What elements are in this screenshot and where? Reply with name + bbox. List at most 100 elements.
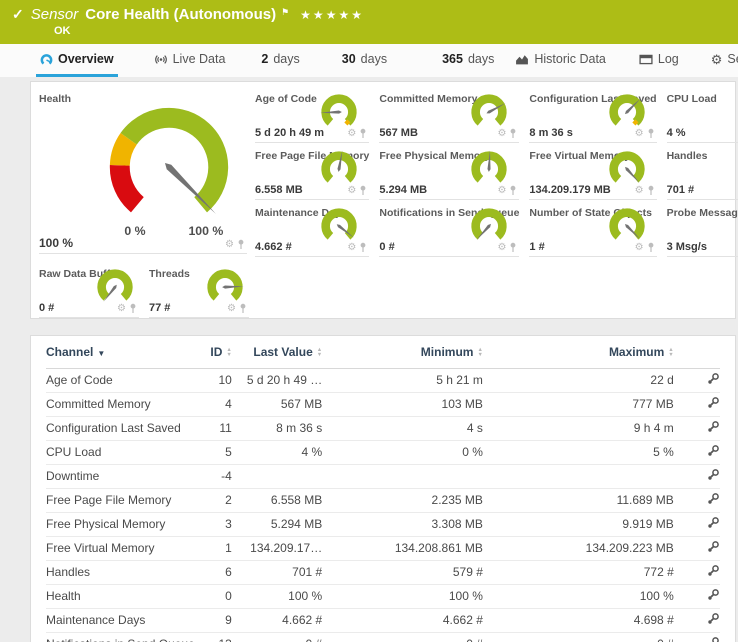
- channel-settings-icon[interactable]: [707, 638, 720, 642]
- gauge-value: 5.294 MB: [379, 184, 427, 196]
- gauge-tile-notifications-in-send-queue[interactable]: Notifications in Send Queue0 #⚙: [379, 204, 519, 257]
- row-settings-cell: [674, 536, 720, 560]
- gear-icon[interactable]: ⚙: [635, 129, 644, 139]
- pin-icon[interactable]: [239, 303, 247, 314]
- column-header-id[interactable]: ID▲▼: [197, 336, 232, 368]
- gear-icon[interactable]: ⚙: [347, 243, 356, 253]
- gauge-tile-age-of-code[interactable]: Age of Code5 d 20 h 49 m⚙: [255, 90, 369, 143]
- gauge-tile-number-of-state-objects[interactable]: Number of State Objects1 #⚙: [529, 204, 656, 257]
- priority-stars[interactable]: ★★★★★: [300, 8, 364, 22]
- last-value-cell: 4 %: [232, 440, 322, 464]
- channel-settings-icon[interactable]: [707, 446, 720, 460]
- pin-icon[interactable]: [359, 128, 367, 139]
- channel-cell: Free Physical Memory: [46, 512, 197, 536]
- tab-label: days: [273, 52, 299, 66]
- tab-label: Settings: [727, 52, 738, 66]
- gear-icon[interactable]: ⚙: [497, 129, 506, 139]
- column-header-maximum[interactable]: Maximum▲▼: [483, 336, 674, 368]
- tab-overview[interactable]: Overview: [36, 44, 118, 77]
- column-header-channel[interactable]: Channel▼: [46, 336, 197, 368]
- channel-cell: Configuration Last Saved: [46, 416, 197, 440]
- area-chart-icon: [515, 53, 529, 66]
- channel-settings-icon[interactable]: [707, 398, 720, 412]
- pin-icon[interactable]: [129, 303, 137, 314]
- channel-settings-icon[interactable]: [707, 590, 720, 604]
- tab-bar: OverviewLive Data2days30days365daysHisto…: [0, 44, 738, 77]
- status-check-icon: ✓: [12, 6, 24, 23]
- channel-settings-icon[interactable]: [707, 422, 720, 436]
- row-settings-cell: [674, 560, 720, 584]
- row-settings-cell: [674, 464, 720, 488]
- column-label: Minimum: [421, 345, 474, 359]
- flag-icon[interactable]: ⚑: [281, 7, 289, 18]
- channel-settings-icon[interactable]: [707, 566, 720, 580]
- gauge-tile-free-virtual-memory[interactable]: Free Virtual Memory134.209.179 MB⚙: [529, 147, 656, 200]
- channel-settings-icon[interactable]: [707, 470, 720, 484]
- id-cell: 9: [197, 608, 232, 632]
- gauge-value: 701 #: [667, 184, 695, 196]
- sort-toggle-icon: ▲▼: [226, 348, 231, 357]
- channel-cell: Health: [46, 584, 197, 608]
- pin-icon[interactable]: [359, 185, 367, 196]
- channel-settings-icon[interactable]: [707, 614, 720, 628]
- pin-icon[interactable]: [647, 128, 655, 139]
- maximum-cell: 9 h 4 m: [483, 416, 674, 440]
- tab-settings[interactable]: ⚙ Settings: [707, 44, 738, 77]
- gauge-tile-handles[interactable]: Handles701 #⚙: [667, 147, 738, 200]
- channel-settings-icon[interactable]: [707, 494, 720, 508]
- tab-365-days[interactable]: 365days: [438, 44, 498, 77]
- tab-live-data[interactable]: Live Data: [150, 44, 230, 77]
- gauge-tile-maintenance-days[interactable]: Maintenance Days4.662 #⚙: [255, 204, 369, 257]
- channel-cell: Downtime: [46, 464, 197, 488]
- gear-icon[interactable]: ⚙: [347, 129, 356, 139]
- gauge-tile-probe-messages-per-second[interactable]: Probe Messages per Second3 Msg/s⚙: [667, 204, 738, 257]
- pin-icon[interactable]: [509, 242, 517, 253]
- sort-toggle-icon: ▲▼: [317, 348, 322, 357]
- gear-icon[interactable]: ⚙: [635, 243, 644, 253]
- tab-historic-data[interactable]: Historic Data: [511, 44, 610, 77]
- tab-2-days[interactable]: 2days: [257, 44, 303, 77]
- gear-icon[interactable]: ⚙: [225, 240, 234, 250]
- gauge-tile-committed-memory[interactable]: Committed Memory567 MB⚙: [379, 90, 519, 143]
- pin-icon[interactable]: [509, 128, 517, 139]
- pin-icon[interactable]: [647, 242, 655, 253]
- maximum-cell: 4.698 #: [483, 608, 674, 632]
- channel-settings-icon[interactable]: [707, 518, 720, 532]
- gear-icon[interactable]: ⚙: [497, 186, 506, 196]
- channel-settings-icon[interactable]: [707, 374, 720, 388]
- gauge-tile-free-physical-memory[interactable]: Free Physical Memory5.294 MB⚙: [379, 147, 519, 200]
- sort-toggle-icon: ▲▼: [477, 348, 482, 357]
- table-row-free-physical-memory: Free Physical Memory35.294 MB3.308 MB9.9…: [46, 512, 720, 536]
- gauge-tile-threads[interactable]: Threads77 #⚙: [149, 265, 249, 318]
- gear-icon[interactable]: ⚙: [227, 304, 236, 314]
- health-gauge-tile[interactable]: Health 0 % 100 % 100 % ⚙: [39, 90, 247, 254]
- gauge-tile-raw-data-buffer[interactable]: Raw Data Buffer0 #⚙: [39, 265, 139, 318]
- column-header-last-value[interactable]: Last Value▲▼: [232, 336, 322, 368]
- gear-icon[interactable]: ⚙: [497, 243, 506, 253]
- tab-label: Live Data: [173, 52, 226, 66]
- tab-log[interactable]: Log: [635, 44, 683, 77]
- gear-icon[interactable]: ⚙: [635, 186, 644, 196]
- gauge-tile-free-page-file-memory[interactable]: Free Page File Memory6.558 MB⚙: [255, 147, 369, 200]
- pin-icon[interactable]: [237, 239, 245, 250]
- gauge-tile-cpu-load[interactable]: CPU Load4 %⚙: [667, 90, 738, 143]
- tab-30-days[interactable]: 30days: [338, 44, 391, 77]
- tab-number: 365: [442, 52, 463, 66]
- column-header-minimum[interactable]: Minimum▲▼: [322, 336, 483, 368]
- channel-settings-icon[interactable]: [707, 542, 720, 556]
- maximum-cell: 772 #: [483, 560, 674, 584]
- gear-icon[interactable]: ⚙: [347, 186, 356, 196]
- sort-toggle-icon: ▲▼: [668, 348, 673, 357]
- gear-icon: ⚙: [711, 53, 723, 66]
- pin-icon[interactable]: [509, 185, 517, 196]
- gauge-tile-configuration-last-saved[interactable]: Configuration Last Saved8 m 36 s⚙: [529, 90, 656, 143]
- sensor-status-badge: OK: [54, 25, 728, 37]
- row-settings-cell: [674, 416, 720, 440]
- gauge-value: 0 #: [39, 302, 54, 314]
- table-row-cpu-load: CPU Load54 %0 %5 %: [46, 440, 720, 464]
- pin-icon[interactable]: [359, 242, 367, 253]
- gear-icon[interactable]: ⚙: [117, 304, 126, 314]
- pin-icon[interactable]: [647, 185, 655, 196]
- row-settings-cell: [674, 488, 720, 512]
- id-cell: 5: [197, 440, 232, 464]
